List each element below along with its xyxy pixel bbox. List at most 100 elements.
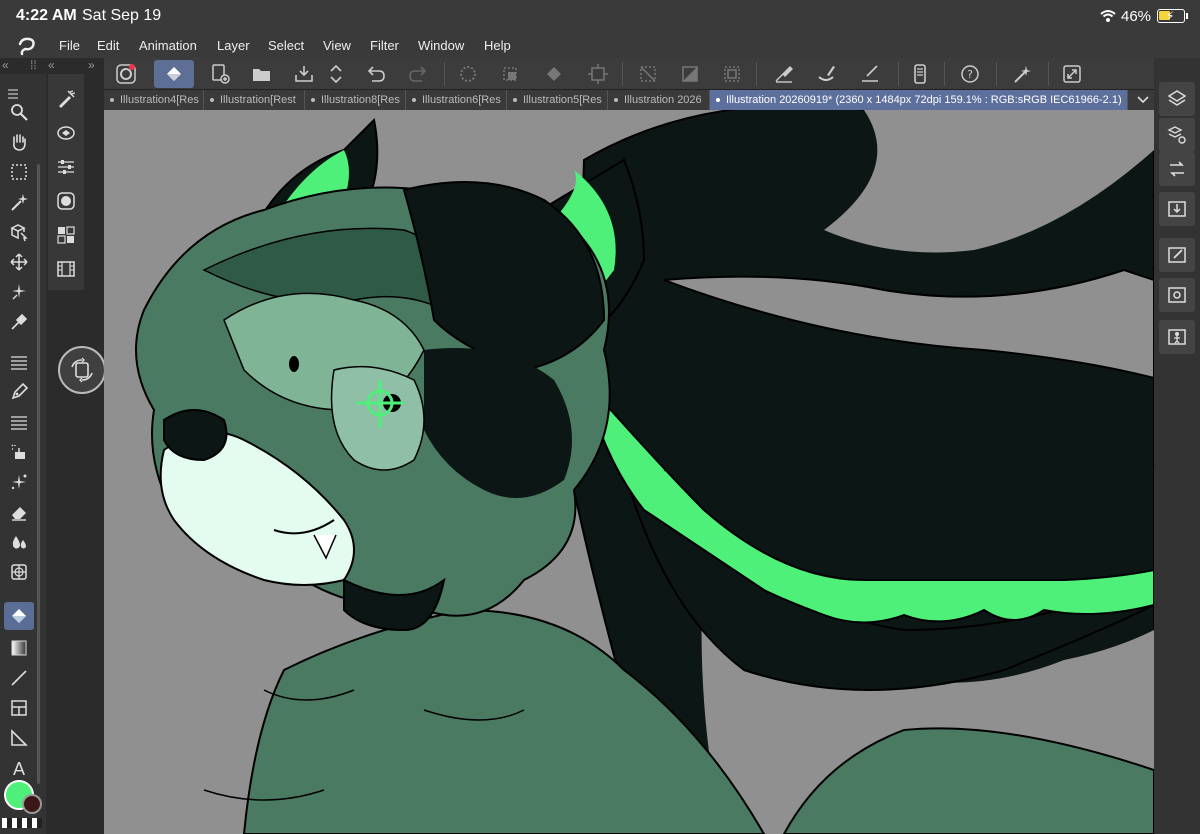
open-folder-icon[interactable] xyxy=(242,60,282,88)
redo-icon[interactable] xyxy=(398,60,438,88)
frame-icon[interactable] xyxy=(4,694,34,722)
document-tab[interactable]: Illustration8[Res xyxy=(305,90,406,110)
invert-selection-icon[interactable] xyxy=(712,60,752,88)
menu-view[interactable]: View xyxy=(323,38,351,53)
fill-icon[interactable] xyxy=(4,602,34,630)
expand-subtool-icon[interactable]: » xyxy=(88,58,95,74)
separator xyxy=(622,62,623,86)
crop-icon[interactable] xyxy=(490,60,530,88)
pen-icon[interactable] xyxy=(4,378,34,406)
transparent-color-swatch[interactable] xyxy=(2,818,42,828)
menu-animation[interactable]: Animation xyxy=(139,38,197,53)
clip-studio-logo-icon[interactable] xyxy=(16,36,38,56)
battery-nub xyxy=(1186,13,1188,19)
menu-lines-icon[interactable] xyxy=(4,348,34,376)
deselect-icon[interactable] xyxy=(628,60,668,88)
collapse-subtool-icon[interactable]: « xyxy=(48,58,55,74)
clip-studio-home-icon[interactable] xyxy=(106,60,146,88)
drawing-canvas[interactable] xyxy=(104,110,1154,834)
transform-icon[interactable] xyxy=(578,60,618,88)
help-icon[interactable]: ? xyxy=(950,60,990,88)
document-tab[interactable]: Illustration4[Res xyxy=(104,90,204,110)
magic-wand-icon[interactable] xyxy=(1002,60,1042,88)
collapse-left-icon[interactable]: « xyxy=(2,58,9,74)
timeline-icon[interactable] xyxy=(53,256,79,282)
separator xyxy=(756,62,757,86)
decoration-icon[interactable] xyxy=(4,468,34,496)
document-tab[interactable]: Illustration 2026 xyxy=(608,90,710,110)
document-tab-active[interactable]: Illustration 20260919* (2360 x 1484px 72… xyxy=(710,90,1128,110)
eyedropper-icon[interactable] xyxy=(4,308,34,336)
wifi-icon xyxy=(1100,10,1116,22)
import-icon[interactable] xyxy=(1159,192,1195,226)
color-circle-icon[interactable] xyxy=(53,188,79,214)
color-set-icon[interactable] xyxy=(53,222,79,248)
menu-layer[interactable]: Layer xyxy=(217,38,250,53)
menu-file[interactable]: File xyxy=(59,38,80,53)
tab-list-chevron-down-icon[interactable] xyxy=(1131,90,1154,110)
brush-lines-icon[interactable] xyxy=(4,408,34,436)
document-tab[interactable]: Illustration6[Res xyxy=(406,90,507,110)
layer-property-icon[interactable] xyxy=(1159,118,1195,152)
panel-handle-icon[interactable]: ⁞⁞ xyxy=(30,58,37,74)
hand-icon[interactable] xyxy=(4,128,34,156)
sparkle-icon[interactable] xyxy=(4,278,34,306)
fill-icon[interactable] xyxy=(534,60,574,88)
svg-text:?: ? xyxy=(967,68,973,81)
document-tabs: Illustration4[Res Illustration[Rest Illu… xyxy=(104,90,1154,110)
figure-icon[interactable] xyxy=(1159,320,1195,354)
ios-status-bar: 4:22 AM Sat Sep 19 46% ⚡ xyxy=(0,0,1200,32)
layers-icon[interactable] xyxy=(1159,82,1195,116)
layer-property-icon[interactable] xyxy=(53,120,79,146)
illustration-artwork xyxy=(135,110,1154,834)
figure-icon[interactable] xyxy=(4,558,34,586)
blend-icon[interactable] xyxy=(4,528,34,556)
svg-text:A: A xyxy=(13,759,25,778)
menu-help[interactable]: Help xyxy=(484,38,511,53)
undo-icon[interactable] xyxy=(356,60,396,88)
ruler-icon[interactable] xyxy=(850,60,890,88)
menu-filter[interactable]: Filter xyxy=(370,38,399,53)
brush-stroke-icon[interactable] xyxy=(806,60,846,88)
ruler-icon[interactable] xyxy=(4,724,34,752)
menu-bar: File Edit Animation Layer Select View Fi… xyxy=(0,32,1200,58)
sub-tool-strip xyxy=(48,74,84,290)
sub-tool-brush-icon[interactable] xyxy=(53,86,79,112)
zoom-icon[interactable] xyxy=(4,98,34,126)
battery-percent: 46% xyxy=(1121,8,1152,25)
sub-color-swatch[interactable] xyxy=(22,794,42,814)
move-icon[interactable] xyxy=(4,248,34,276)
canvas-rotate-button[interactable] xyxy=(58,346,106,394)
eraser-icon[interactable] xyxy=(4,498,34,526)
line-icon[interactable] xyxy=(4,664,34,692)
history-icon[interactable] xyxy=(1159,152,1195,186)
fullscreen-icon[interactable] xyxy=(1052,60,1092,88)
clear-icon[interactable] xyxy=(670,60,710,88)
smartphone-icon[interactable] xyxy=(900,60,940,88)
gradient-icon[interactable] xyxy=(4,634,34,662)
battery-icon: ⚡ xyxy=(1157,9,1185,23)
edit-icon[interactable] xyxy=(1159,238,1195,272)
text-icon[interactable]: A xyxy=(4,754,34,782)
pen-stroke-icon[interactable] xyxy=(764,60,804,88)
menu-select[interactable]: Select xyxy=(268,38,304,53)
tool-scrollbar[interactable] xyxy=(37,164,40,784)
command-bar: ? xyxy=(104,58,1154,90)
resize-arrows-icon[interactable] xyxy=(316,60,356,88)
loading-spinner-icon[interactable] xyxy=(448,60,488,88)
new-file-icon[interactable] xyxy=(200,60,240,88)
airbrush-icon[interactable] xyxy=(4,438,34,466)
document-tab[interactable]: Illustration[Rest xyxy=(204,90,305,110)
status-date: Sat Sep 19 xyxy=(82,7,162,24)
tool-property-icon[interactable] xyxy=(53,154,79,180)
menu-window[interactable]: Window xyxy=(418,38,464,53)
marquee-icon[interactable] xyxy=(4,158,34,186)
object-icon[interactable] xyxy=(4,218,34,246)
fill-tool-active-icon[interactable] xyxy=(154,60,194,88)
material-icon[interactable] xyxy=(1159,278,1195,312)
auto-select-icon[interactable] xyxy=(4,188,34,216)
document-tab[interactable]: Illustration5[Res xyxy=(507,90,608,110)
separator xyxy=(944,62,945,86)
separator xyxy=(1048,62,1049,86)
menu-edit[interactable]: Edit xyxy=(97,38,119,53)
